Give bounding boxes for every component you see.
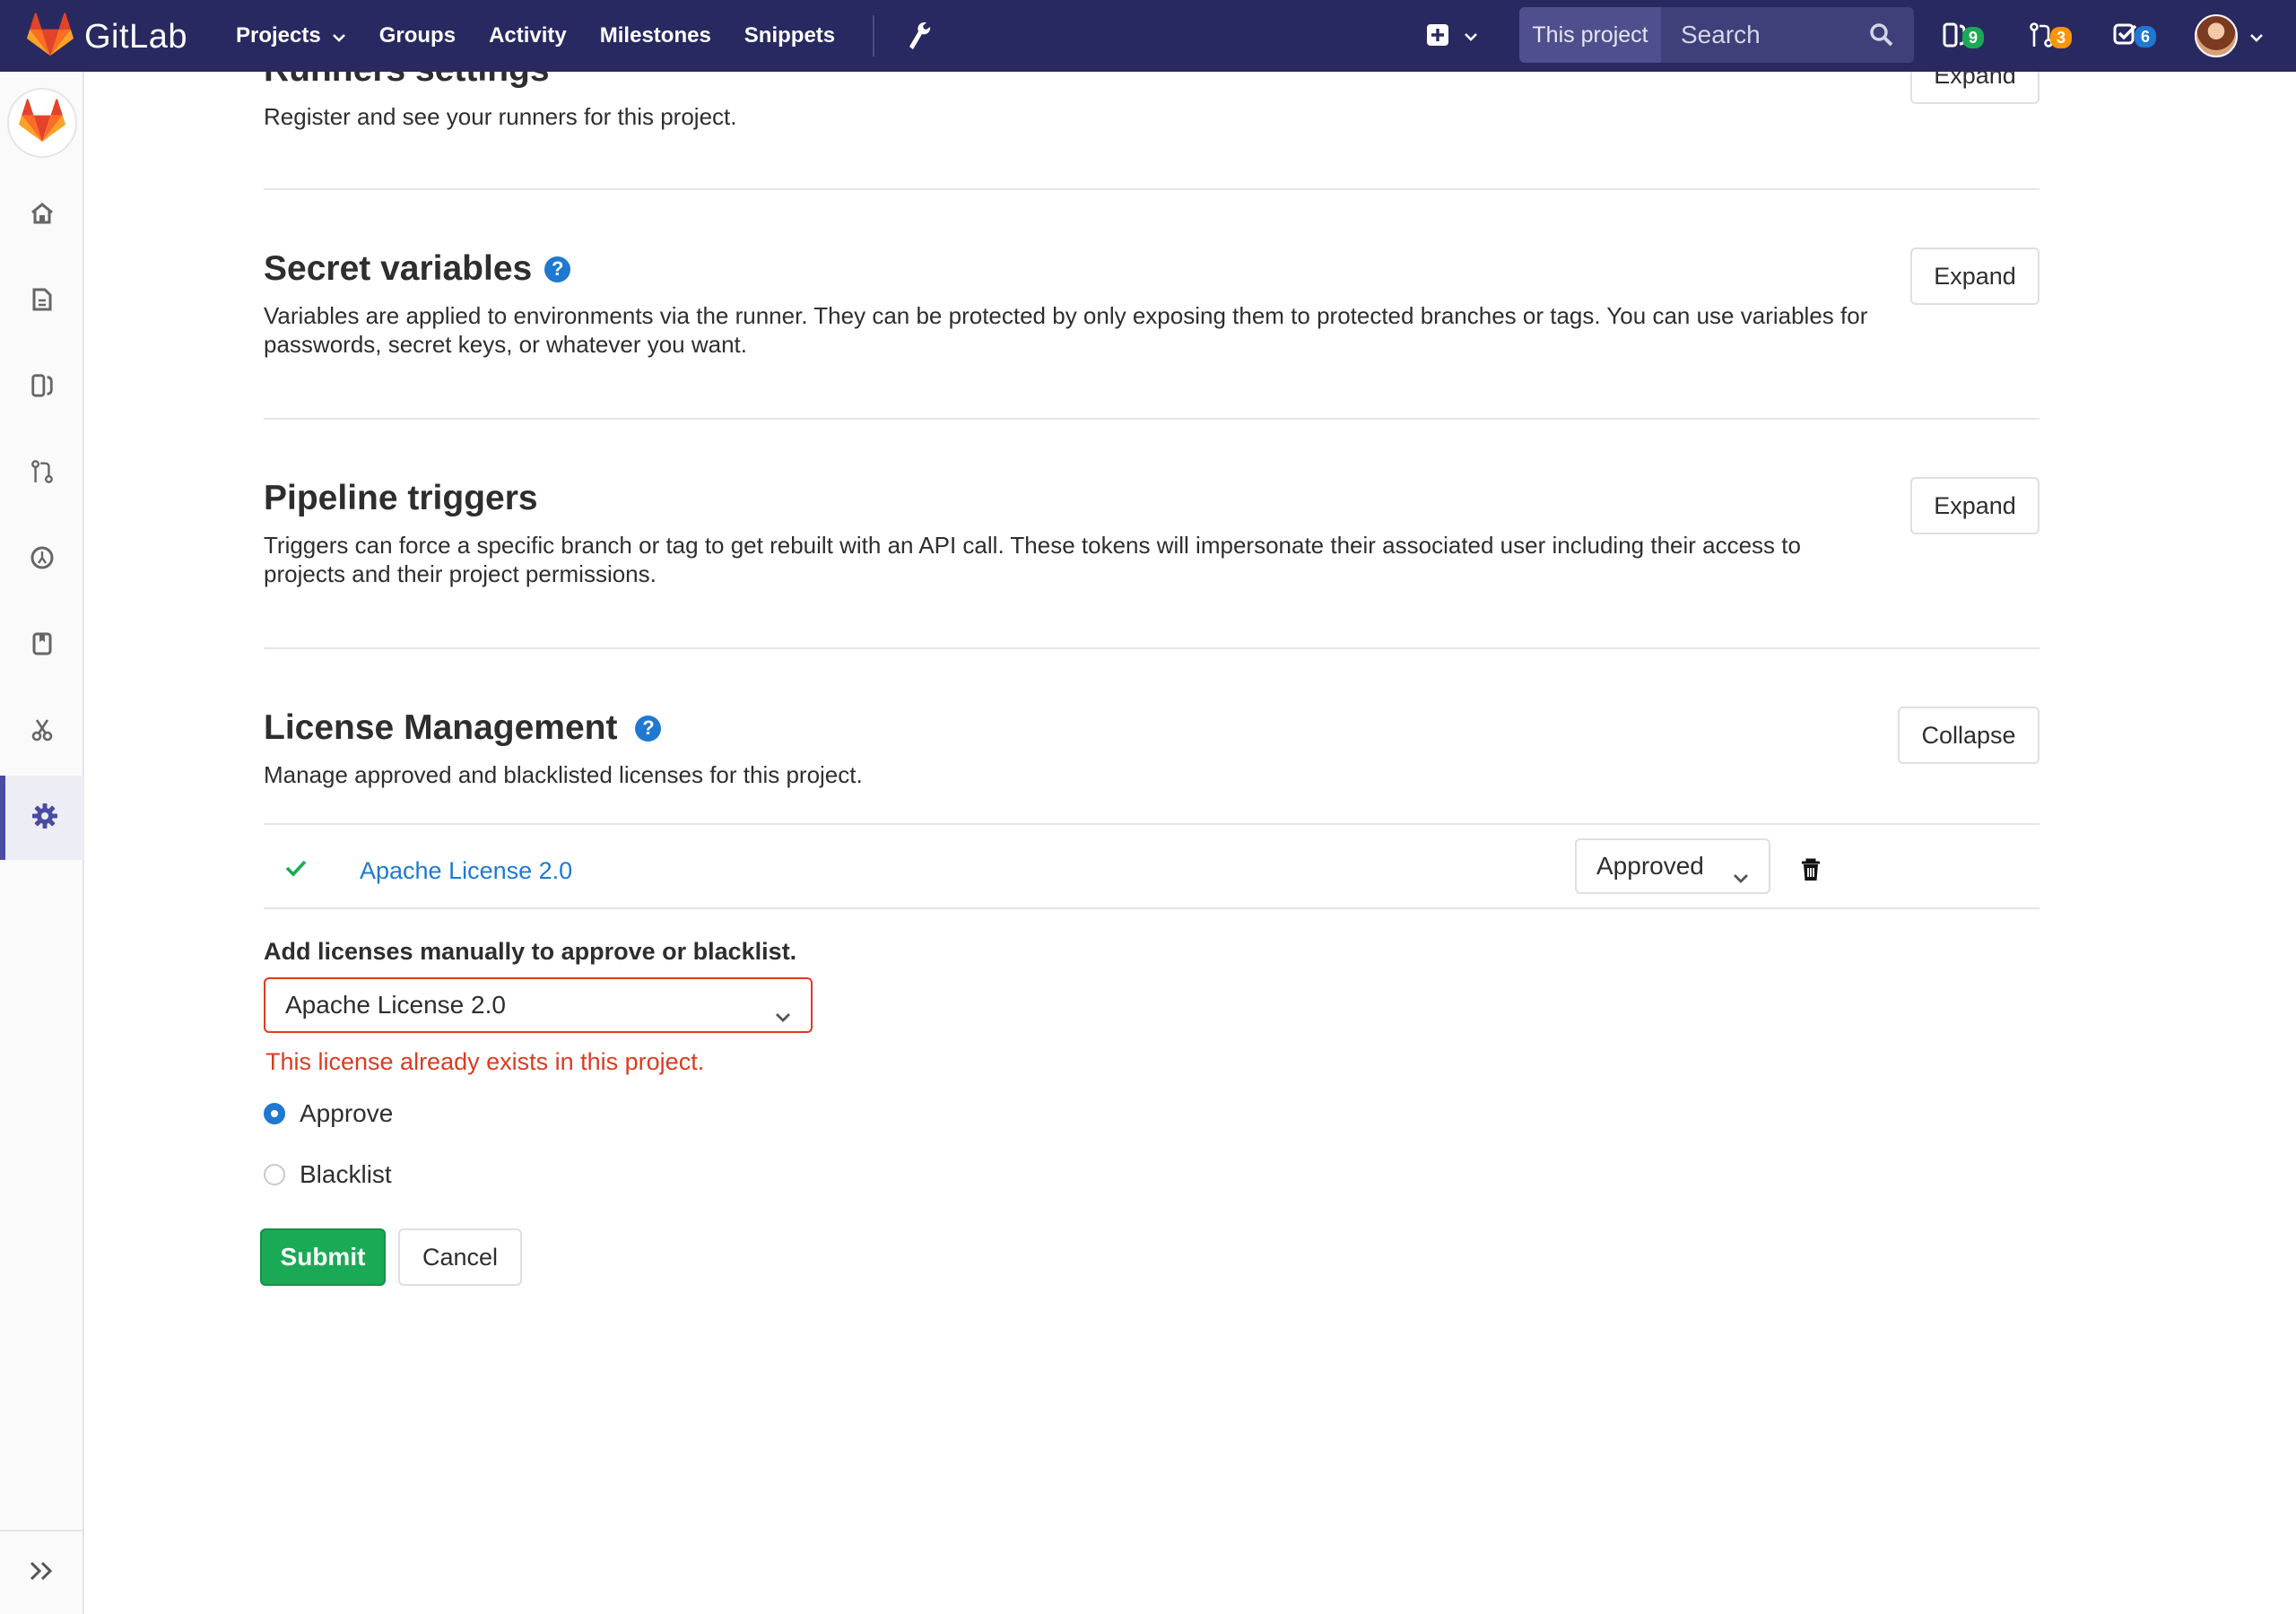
- pipeline-triggers-description: Triggers can force a specific branch or …: [264, 532, 1801, 587]
- new-item-dropdown[interactable]: [1426, 23, 1478, 51]
- secret-variables-description: Variables are applied to environments vi…: [264, 302, 1868, 358]
- todos-counter[interactable]: 6: [2113, 22, 2157, 51]
- merge-requests-count-badge: 3: [2050, 26, 2073, 48]
- merge-requests-icon: [30, 459, 54, 489]
- wiki-icon: [31, 631, 53, 661]
- sidebar-item-wiki[interactable]: [0, 603, 84, 688]
- merge-requests-counter[interactable]: 3: [2029, 22, 2073, 53]
- runners-description: Register and see your runners for this p…: [264, 103, 737, 130]
- search-box: [1661, 7, 1914, 63]
- nav-projects[interactable]: Projects: [236, 23, 346, 48]
- top-navbar: GitLab Projects Groups Activity Mileston…: [0, 0, 2296, 72]
- license-management-description: Manage approved and blacklisted licenses…: [264, 761, 863, 788]
- search-bar: This project: [1519, 7, 1914, 63]
- ci-cd-icon: [30, 545, 55, 575]
- gitlab-logo-icon: [19, 98, 65, 148]
- secret-variables-section: Secret variables ? Variables are applied…: [264, 249, 2039, 359]
- submit-button[interactable]: Submit: [260, 1228, 386, 1286]
- add-license-label: Add licenses manually to approve or blac…: [264, 938, 797, 965]
- brand-link[interactable]: GitLab: [27, 13, 187, 62]
- sidebar-item-ci-cd[interactable]: [0, 517, 84, 602]
- pipeline-triggers-title: Pipeline triggers: [264, 479, 538, 517]
- approve-radio-label: Approve: [300, 1099, 394, 1127]
- license-name-link[interactable]: Apache License 2.0: [360, 857, 572, 885]
- admin-wrench-icon[interactable]: [906, 20, 933, 56]
- secret-variables-heading: Secret variables ?: [264, 249, 2039, 289]
- main-nav: Projects Groups Activity Milestones Snip…: [236, 0, 868, 72]
- chevron-down-icon: [1733, 862, 1749, 890]
- divider: [264, 188, 2039, 190]
- issues-icon: [30, 373, 54, 403]
- blacklist-radio-label: Blacklist: [300, 1160, 392, 1188]
- collapse-sidebar-button[interactable]: [0, 1530, 84, 1614]
- chevron-down-icon: [1464, 30, 1478, 46]
- nav-activity[interactable]: Activity: [489, 23, 567, 48]
- license-select[interactable]: Apache License 2.0: [264, 977, 813, 1033]
- user-avatar[interactable]: [2195, 14, 2238, 57]
- sidebar-item-settings[interactable]: [0, 776, 84, 860]
- license-list-item: Apache License 2.0 Approved: [264, 823, 2039, 909]
- sidebar-item-merge-requests[interactable]: [0, 431, 84, 516]
- license-status-value: Approved: [1596, 852, 1704, 880]
- project-avatar[interactable]: [7, 88, 77, 158]
- trash-icon[interactable]: [1799, 857, 1822, 887]
- gitlab-logo-icon: [27, 13, 74, 62]
- double-chevron-right-icon: [29, 1560, 56, 1586]
- search-scope-badge[interactable]: This project: [1519, 7, 1661, 63]
- pipeline-triggers-expand-button[interactable]: Expand: [1910, 477, 2039, 534]
- secret-variables-title: Secret variables: [264, 249, 533, 288]
- sidebar-item-home[interactable]: [0, 173, 84, 257]
- snippets-icon: [30, 717, 54, 747]
- approve-radio-option[interactable]: Approve: [264, 1099, 393, 1128]
- chevron-down-icon[interactable]: [2249, 30, 2264, 47]
- help-icon[interactable]: ?: [544, 256, 571, 282]
- search-icon[interactable]: [1869, 22, 1894, 52]
- chevron-down-icon: [332, 23, 346, 48]
- project-sidebar: [0, 72, 84, 1614]
- license-status-dropdown[interactable]: Approved: [1575, 838, 1770, 894]
- chevron-down-icon: [775, 1001, 791, 1029]
- nav-projects-label: Projects: [236, 23, 321, 48]
- secret-variables-expand-button[interactable]: Expand: [1910, 247, 2039, 305]
- plus-square-icon: [1426, 23, 1449, 51]
- nav-groups[interactable]: Groups: [379, 23, 456, 48]
- help-icon[interactable]: ?: [635, 715, 662, 742]
- sidebar-item-issues[interactable]: [0, 345, 84, 430]
- issues-count-badge: 9: [1962, 26, 1985, 48]
- approve-radio[interactable]: [264, 1103, 285, 1124]
- home-icon: [30, 202, 55, 230]
- check-icon: [285, 859, 307, 881]
- blacklist-radio-option[interactable]: Blacklist: [264, 1160, 392, 1189]
- license-management-title: License Management: [264, 708, 618, 747]
- nav-snippets[interactable]: Snippets: [744, 23, 835, 48]
- license-error-message: This license already exists in this proj…: [265, 1048, 705, 1075]
- license-management-heading: License Management ?: [264, 708, 2039, 748]
- brand-name: GitLab: [84, 18, 187, 56]
- divider: [264, 418, 2039, 420]
- settings-icon: [31, 803, 58, 834]
- pipeline-triggers-section: Pipeline triggers Triggers can force a s…: [264, 479, 2039, 588]
- license-management-section: License Management ? Manage approved and…: [264, 708, 2039, 789]
- sidebar-item-snippets[interactable]: [0, 690, 84, 774]
- cancel-button[interactable]: Cancel: [398, 1228, 522, 1286]
- divider: [264, 647, 2039, 649]
- nav-milestones[interactable]: Milestones: [600, 23, 711, 48]
- nav-divider: [873, 15, 874, 56]
- todos-count-badge: 6: [2135, 25, 2157, 48]
- repository-icon: [31, 287, 53, 317]
- license-management-collapse-button[interactable]: Collapse: [1898, 707, 2039, 764]
- sidebar-item-repository[interactable]: [0, 259, 84, 343]
- license-select-value: Apache License 2.0: [285, 991, 506, 1019]
- blacklist-radio[interactable]: [264, 1164, 285, 1185]
- issues-counter[interactable]: 9: [1943, 22, 1985, 53]
- search-input[interactable]: [1681, 21, 1860, 49]
